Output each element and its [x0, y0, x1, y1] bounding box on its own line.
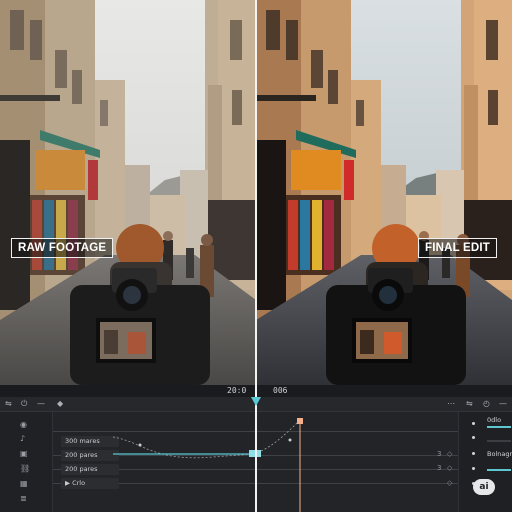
keyframe-orange[interactable] [297, 418, 303, 424]
diamond-icon[interactable]: ◆ [57, 399, 63, 409]
link-icon[interactable]: ⛓ [20, 464, 30, 474]
collapse-icon[interactable]: — [37, 399, 45, 409]
more-icon[interactable]: ⋯ [447, 399, 455, 409]
filter-icon[interactable]: ⇋ [466, 399, 473, 409]
timecode-left: 20:0 [227, 386, 247, 395]
keyframe-point[interactable] [138, 443, 142, 447]
properties-panel: 0dlo Bolnagre [458, 412, 512, 512]
timecode-right: 006 [273, 386, 288, 395]
properties-header: 0dlo [487, 416, 502, 424]
sliders-icon[interactable]: ⇋ [5, 399, 12, 409]
keyframe-point[interactable] [288, 438, 292, 442]
final-edit-preview [256, 0, 512, 385]
curve-path [112, 421, 299, 459]
track-controls-panel: ◉ ♪ ▣ ⛓ ▦ ≣ [0, 412, 53, 512]
clock-icon[interactable]: ◴ [483, 399, 490, 409]
minimize-icon[interactable]: — [499, 399, 507, 409]
property-slider[interactable] [487, 469, 511, 471]
raw-footage-preview [0, 0, 256, 385]
layers-icon[interactable]: ≣ [20, 494, 27, 504]
lock-icon[interactable]: ▣ [20, 449, 28, 459]
property-dot[interactable] [472, 452, 475, 455]
split-divider-handle[interactable] [255, 0, 257, 512]
raw-footage-label: RAW FOOTAGE [11, 238, 114, 258]
property-dot[interactable] [472, 436, 475, 439]
property-label: Bolnagre [487, 450, 512, 458]
property-slider[interactable] [487, 440, 511, 442]
audio-icon[interactable]: ♪ [20, 434, 25, 444]
property-dot[interactable] [472, 422, 475, 425]
grid-icon[interactable]: ▦ [20, 479, 28, 489]
final-edit-label: FINAL EDIT [418, 238, 498, 258]
playhead-handle[interactable] [251, 397, 261, 406]
ai-assistant-button[interactable]: ai [473, 479, 495, 495]
property-dot[interactable] [472, 467, 475, 470]
property-slider[interactable] [487, 426, 511, 428]
power-icon[interactable]: ⏻ [21, 399, 27, 409]
eye-icon[interactable]: ◉ [20, 420, 27, 430]
